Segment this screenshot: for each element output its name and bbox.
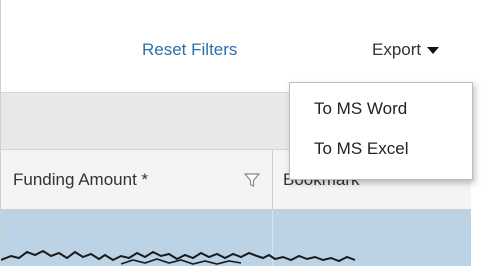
reset-filters-link[interactable]: Reset Filters xyxy=(142,40,237,60)
filter-icon[interactable] xyxy=(244,172,260,188)
menu-item-ms-word[interactable]: To MS Word xyxy=(290,89,472,129)
column-header-label: Funding Amount * xyxy=(13,169,149,189)
caret-down-icon xyxy=(427,46,440,54)
export-button-label: Export xyxy=(372,40,422,59)
menu-item-ms-excel[interactable]: To MS Excel xyxy=(290,129,472,169)
column-header-funding-amount[interactable]: Funding Amount * xyxy=(1,150,273,209)
export-dropdown-menu: To MS Word To MS Excel xyxy=(289,82,473,180)
export-button[interactable]: Export xyxy=(372,40,440,60)
toolbar: Reset Filters Export xyxy=(1,0,471,90)
redaction-scribble xyxy=(1,249,356,265)
